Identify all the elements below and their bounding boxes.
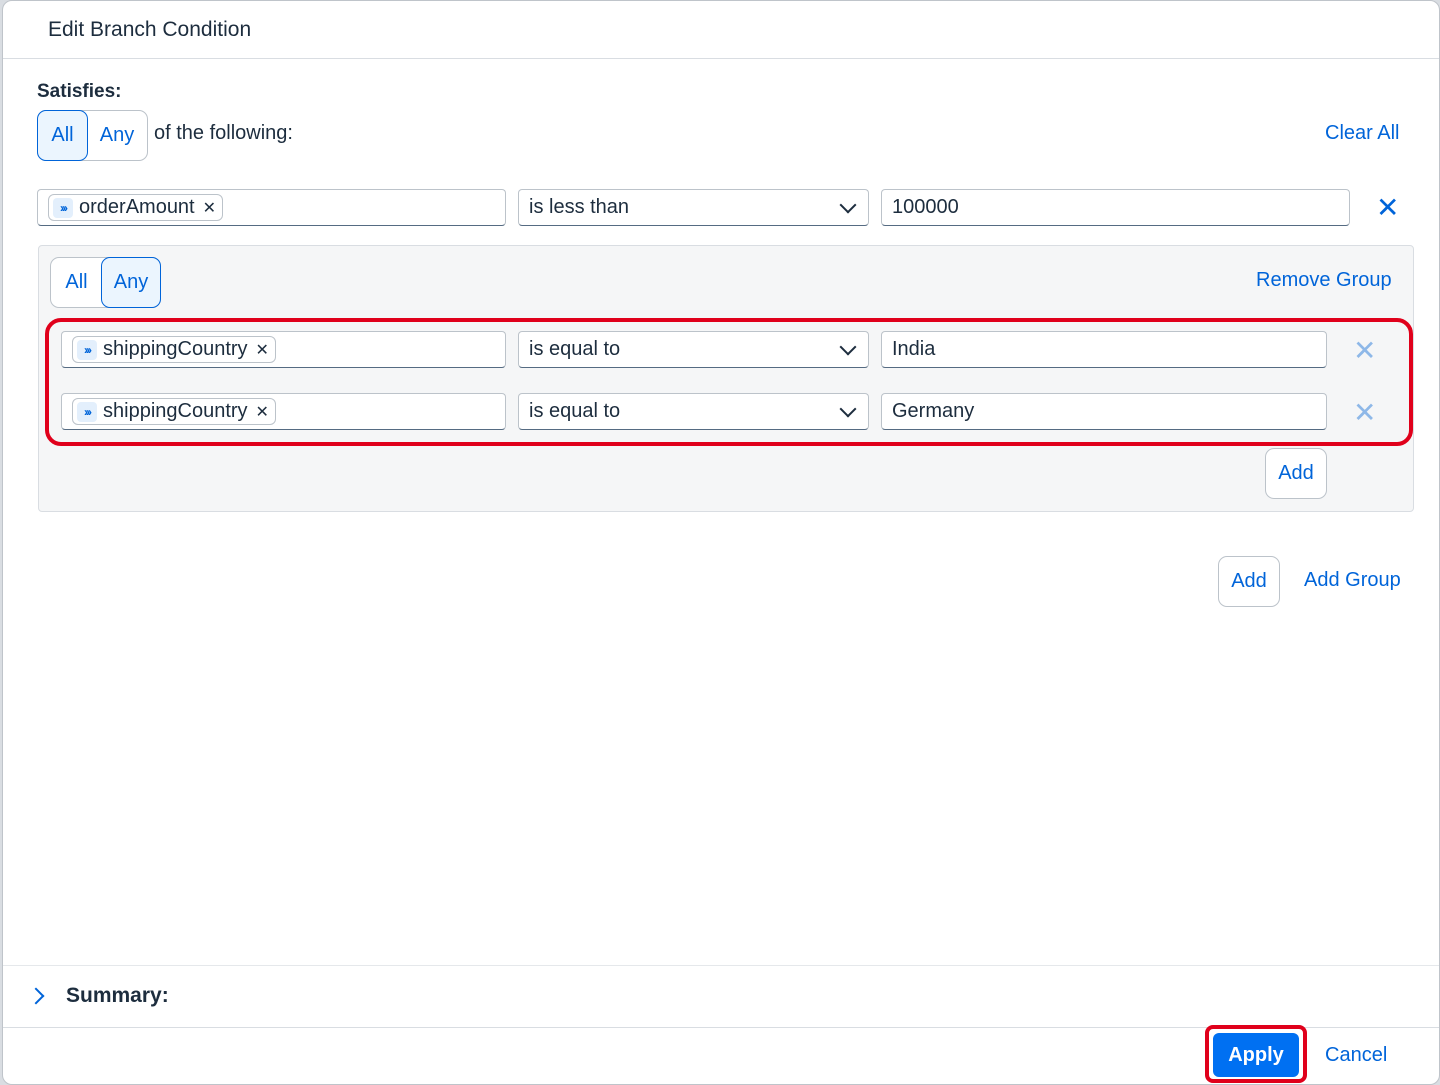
condition-field-input[interactable]: ››› orderAmount ✕: [37, 189, 506, 226]
add-button[interactable]: Add: [1218, 556, 1280, 607]
group-add-button[interactable]: Add: [1265, 448, 1327, 499]
apply-button[interactable]: Apply: [1213, 1033, 1299, 1077]
highlight-outline: [45, 318, 1413, 446]
value-input[interactable]: 100000: [881, 189, 1350, 226]
cancel-button[interactable]: Cancel: [1325, 1044, 1387, 1067]
group-mode-all-option[interactable]: All: [51, 258, 102, 307]
summary-panel: [3, 965, 1439, 1028]
field-token: ››› orderAmount ✕: [48, 194, 224, 221]
mode-any-option[interactable]: Any: [87, 111, 147, 160]
satisfies-label: Satisfies:: [37, 81, 122, 102]
summary-label: Summary:: [66, 984, 169, 1007]
edit-branch-condition-dialog: Edit Branch Condition Satisfies: All Any…: [2, 0, 1440, 1085]
value-text: 100000: [892, 196, 959, 218]
operator-select[interactable]: is less than: [518, 189, 869, 226]
chevron-down-icon: [839, 196, 857, 213]
mode-all-option[interactable]: All: [37, 110, 88, 161]
group-mode-any-option[interactable]: Any: [101, 257, 161, 308]
add-group-link[interactable]: Add Group: [1304, 569, 1401, 592]
field-token-label: orderAmount: [79, 196, 195, 218]
remove-group-link[interactable]: Remove Group: [1256, 269, 1392, 292]
dialog-title: Edit Branch Condition: [3, 1, 1439, 59]
token-remove-icon[interactable]: ✕: [203, 198, 216, 218]
of-the-following-text: of the following:: [154, 122, 293, 144]
operator-value: is less than: [529, 196, 630, 218]
satisfies-mode-toggle: All Any: [37, 110, 148, 161]
expression-icon: ›››: [53, 197, 73, 218]
group-mode-toggle: All Any: [50, 257, 161, 308]
remove-row-close-icon[interactable]: ✕: [1376, 194, 1399, 222]
clear-all-link[interactable]: Clear All: [1325, 122, 1399, 145]
